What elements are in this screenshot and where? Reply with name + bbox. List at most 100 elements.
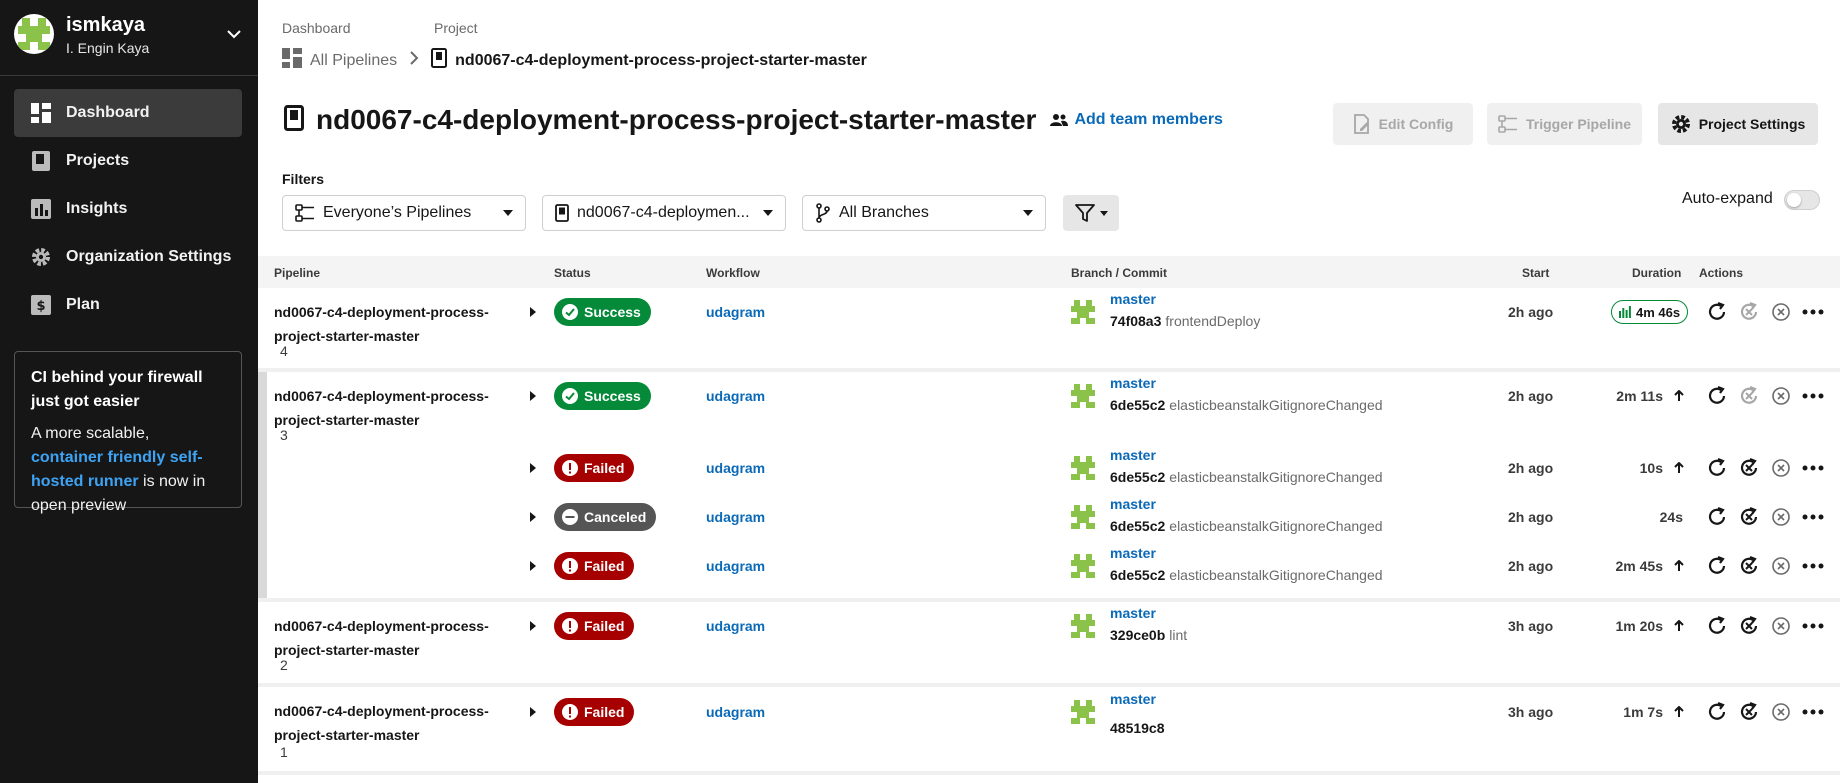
status-badge[interactable]: Success <box>554 298 651 326</box>
rerun-icon[interactable] <box>1701 300 1733 324</box>
sidebar-item-dashboard[interactable]: Dashboard <box>14 89 242 137</box>
breadcrumb: All Pipelines nd0067-c4-deployment-proce… <box>282 48 867 73</box>
cancel-icon[interactable] <box>1765 456 1797 480</box>
check-circle-icon <box>562 304 584 320</box>
duration: 2m 11s <box>1616 388 1684 404</box>
auto-expand-label: Auto-expand <box>1682 190 1773 207</box>
sidebar-item-label: Projects <box>66 152 130 169</box>
commit-info[interactable]: 74f08a3 frontendDeploy <box>1110 313 1260 329</box>
commit-info[interactable]: 6de55c2 elasticbeanstalkGitignoreChanged <box>1110 469 1383 485</box>
page-header: nd0067-c4-deployment-process-project-sta… <box>284 104 1223 136</box>
more-icon[interactable] <box>1797 554 1829 578</box>
branch-link[interactable]: master <box>1110 496 1156 512</box>
status-badge[interactable]: Failed <box>554 454 635 482</box>
people-icon <box>1050 114 1069 126</box>
expand-triangle-icon[interactable] <box>530 391 536 401</box>
branch-link[interactable]: master <box>1110 605 1156 621</box>
commit-info[interactable]: 48519c8 <box>1110 720 1165 736</box>
sidebar-item-plan[interactable]: $ Plan <box>14 281 242 329</box>
filter-button[interactable] <box>1063 195 1119 231</box>
duration-value: 10s <box>1639 460 1663 476</box>
workflow-link[interactable]: udagram <box>706 509 765 525</box>
expand-triangle-icon[interactable] <box>530 561 536 571</box>
rerun-icon[interactable] <box>1701 456 1733 480</box>
trigger-pipeline-button[interactable]: Trigger Pipeline <box>1487 103 1642 145</box>
cancel-icon[interactable] <box>1765 300 1797 324</box>
workflow-link[interactable]: udagram <box>706 460 765 476</box>
expand-triangle-icon[interactable] <box>530 707 536 717</box>
auto-expand-toggle[interactable] <box>1784 190 1820 210</box>
status-badge[interactable]: Canceled <box>554 503 657 531</box>
project-filter-select[interactable]: nd0067-c4-deploymen... <box>542 195 786 231</box>
sidebar-item-projects[interactable]: Projects <box>14 137 242 185</box>
rerun-failed-icon[interactable] <box>1733 554 1765 578</box>
edit-config-label: Edit Config <box>1378 116 1454 132</box>
chevron-down-icon[interactable] <box>226 26 242 47</box>
cancel-icon[interactable] <box>1765 505 1797 529</box>
rerun-icon[interactable] <box>1701 505 1733 529</box>
add-team-members-link[interactable]: Add team members <box>1050 111 1223 129</box>
svg-text:$: $ <box>36 299 45 314</box>
expand-triangle-icon[interactable] <box>530 621 536 631</box>
commit-info[interactable]: 6de55c2 elasticbeanstalkGitignoreChanged <box>1110 567 1383 583</box>
workflow-link[interactable]: udagram <box>706 618 765 634</box>
rerun-failed-icon[interactable] <box>1733 505 1765 529</box>
branch-link[interactable]: master <box>1110 291 1156 307</box>
status-badge[interactable]: Failed <box>554 698 635 726</box>
expand-triangle-icon[interactable] <box>530 307 536 317</box>
status-badge[interactable]: Success <box>554 382 651 410</box>
cancel-icon[interactable] <box>1765 554 1797 578</box>
commit-info[interactable]: 6de55c2 elasticbeanstalkGitignoreChanged <box>1110 518 1383 534</box>
more-icon[interactable] <box>1797 456 1829 480</box>
branch-link[interactable]: master <box>1110 375 1156 391</box>
commit-sha: 6de55c2 <box>1110 469 1166 485</box>
commit-author-avatar <box>1071 614 1095 638</box>
breadcrumb-project[interactable]: nd0067-c4-deployment-process-project-sta… <box>455 52 867 70</box>
trigger-pipeline-label: Trigger Pipeline <box>1525 116 1632 132</box>
rerun-icon[interactable] <box>1701 384 1733 408</box>
status-label: Canceled <box>584 509 647 525</box>
commit-info[interactable]: 329ce0b lint <box>1110 627 1187 643</box>
expand-triangle-icon[interactable] <box>530 512 536 522</box>
cancel-icon[interactable] <box>1765 700 1797 724</box>
filters-label: Filters <box>282 171 325 187</box>
workflow-link[interactable]: udagram <box>706 558 765 574</box>
rerun-failed-icon[interactable] <box>1733 456 1765 480</box>
status-badge[interactable]: Failed <box>554 552 635 580</box>
sidebar-item-insights[interactable]: Insights <box>14 185 242 233</box>
branch-link[interactable]: master <box>1110 447 1156 463</box>
status-badge[interactable]: Failed <box>554 612 635 640</box>
cancel-icon[interactable] <box>1765 384 1797 408</box>
pipelines-filter-select[interactable]: Everyone’s Pipelines <box>282 195 526 231</box>
edit-config-button[interactable]: Edit Config <box>1333 103 1473 145</box>
user-menu[interactable]: ismkaya I. Engin Kaya <box>14 14 244 56</box>
more-icon[interactable] <box>1797 384 1829 408</box>
rerun-failed-icon[interactable] <box>1733 700 1765 724</box>
more-icon[interactable] <box>1797 505 1829 529</box>
workflow-link[interactable]: udagram <box>706 388 765 404</box>
branch-filter-select[interactable]: All Branches <box>802 195 1046 231</box>
sidebar-item-organization-settings[interactable]: Organization Settings <box>14 233 242 281</box>
expand-triangle-icon[interactable] <box>530 463 536 473</box>
commit-info[interactable]: 6de55c2 elasticbeanstalkGitignoreChanged <box>1110 397 1383 413</box>
rerun-icon[interactable] <box>1701 554 1733 578</box>
more-icon[interactable] <box>1797 614 1829 638</box>
rerun-icon[interactable] <box>1701 700 1733 724</box>
commit-author-avatar <box>1071 700 1095 724</box>
rerun-failed-icon[interactable] <box>1733 614 1765 638</box>
rerun-failed-icon[interactable] <box>1733 384 1765 408</box>
more-icon[interactable] <box>1797 300 1829 324</box>
column-header-start: Start <box>1522 266 1550 280</box>
workflow-link[interactable]: udagram <box>706 704 765 720</box>
pipelines-icon <box>282 48 302 73</box>
commit-author-avatar <box>1071 300 1095 324</box>
rerun-icon[interactable] <box>1701 614 1733 638</box>
workflow-link[interactable]: udagram <box>706 304 765 320</box>
branch-link[interactable]: master <box>1110 691 1156 707</box>
project-settings-button[interactable]: Project Settings <box>1658 103 1818 145</box>
breadcrumb-all-pipelines[interactable]: All Pipelines <box>310 52 397 70</box>
rerun-failed-icon[interactable] <box>1733 300 1765 324</box>
branch-link[interactable]: master <box>1110 545 1156 561</box>
cancel-icon[interactable] <box>1765 614 1797 638</box>
more-icon[interactable] <box>1797 700 1829 724</box>
